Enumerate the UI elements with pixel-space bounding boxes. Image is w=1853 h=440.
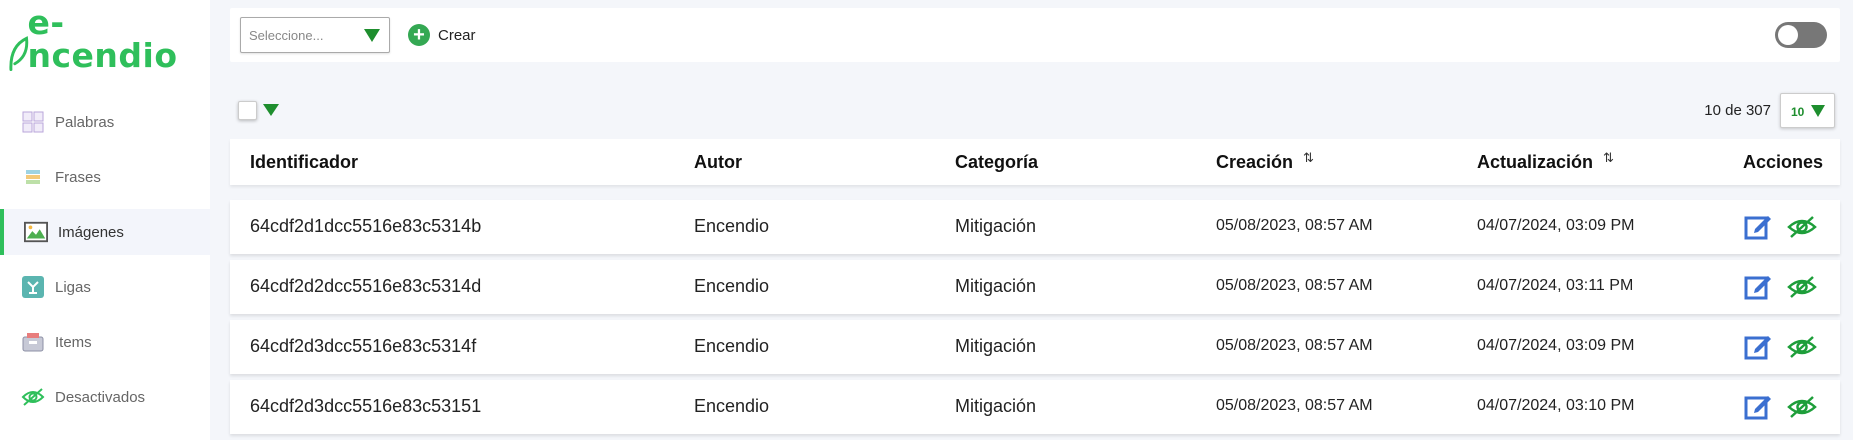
table-row: 64cdf2d3dcc5516e83c5314f Encendio Mitiga… bbox=[230, 320, 1840, 374]
cell-category: Mitigación bbox=[955, 216, 1037, 236]
cell-created: 05/08/2023, 08:57 AM bbox=[1216, 277, 1373, 294]
cell-id: 64cdf2d2dcc5516e83c5314d bbox=[250, 276, 482, 296]
cell-author: Encendio bbox=[694, 396, 770, 416]
select-all-checkbox[interactable] bbox=[238, 101, 257, 120]
header-autor: Autor bbox=[694, 152, 742, 172]
cell-author: Encendio bbox=[694, 336, 770, 356]
header-actualizacion[interactable]: Actualización ⇅ bbox=[1477, 150, 1614, 173]
header-acciones: Acciones bbox=[1742, 152, 1823, 172]
cell-id: 64cdf2d3dcc5516e83c5314f bbox=[250, 336, 477, 356]
eye-slash-icon bbox=[21, 385, 45, 409]
table-row: 64cdf2d2dcc5516e83c5314d Encendio Mitiga… bbox=[230, 260, 1840, 314]
sidebar-item-frases[interactable]: Frases bbox=[0, 154, 210, 200]
image-icon bbox=[24, 220, 48, 244]
logo-leaf-icon bbox=[9, 36, 29, 72]
view-toggle[interactable] bbox=[1775, 22, 1827, 48]
sidebar-item-label: Ligas bbox=[55, 278, 91, 296]
sort-icon[interactable]: ⇅ bbox=[1303, 150, 1314, 166]
sidebar-item-palabras[interactable]: Palabras bbox=[0, 99, 210, 145]
caret-down-icon bbox=[1811, 105, 1825, 117]
row-actions bbox=[1743, 391, 1818, 423]
header-identificador: Identificador bbox=[250, 152, 359, 172]
row-actions bbox=[1743, 211, 1818, 243]
header-categoria: Categoría bbox=[955, 152, 1039, 172]
cell-id: 64cdf2d1dcc5516e83c5314b bbox=[250, 216, 482, 236]
sidebar: e-ncendio Palabras Frases Imágenes Ligas… bbox=[0, 0, 210, 440]
cell-created: 05/08/2023, 08:57 AM bbox=[1216, 397, 1373, 414]
toggle-knob bbox=[1778, 25, 1798, 45]
cell-author: Encendio bbox=[694, 276, 770, 296]
sidebar-item-label: Desactivados bbox=[55, 388, 146, 406]
eye-slash-icon[interactable] bbox=[1786, 211, 1818, 243]
cell-id: 64cdf2d3dcc5516e83c53151 bbox=[250, 396, 482, 416]
cell-category: Mitigación bbox=[955, 336, 1037, 356]
eye-slash-icon[interactable] bbox=[1786, 391, 1818, 423]
sidebar-item-label: Imágenes bbox=[58, 223, 124, 241]
header-creacion[interactable]: Creación ⇅ bbox=[1216, 150, 1314, 173]
sidebar-item-label: Items bbox=[55, 333, 92, 351]
cell-author: Encendio bbox=[694, 216, 770, 236]
sidebar-item-desactivados[interactable]: Desactivados bbox=[0, 374, 210, 420]
create-button[interactable]: + Crear bbox=[408, 23, 476, 47]
sidebar-item-items[interactable]: Items bbox=[0, 319, 210, 365]
edit-icon[interactable] bbox=[1743, 391, 1775, 423]
phrases-icon bbox=[21, 165, 45, 189]
toolbar: Seleccione... + Crear bbox=[230, 8, 1840, 62]
caret-down-icon bbox=[364, 29, 380, 42]
row-actions bbox=[1743, 331, 1818, 363]
app-logo[interactable]: e-ncendio bbox=[8, 6, 210, 72]
page-size-select[interactable]: 10 bbox=[1780, 93, 1835, 128]
cell-updated: 04/07/2024, 03:11 PM bbox=[1477, 277, 1634, 294]
ligas-icon bbox=[21, 275, 45, 299]
items-icon bbox=[21, 330, 45, 354]
row-actions bbox=[1743, 271, 1818, 303]
header-creacion-label: Creación bbox=[1216, 152, 1294, 172]
cell-updated: 04/07/2024, 03:09 PM bbox=[1477, 217, 1635, 234]
cell-created: 05/08/2023, 08:57 AM bbox=[1216, 337, 1373, 354]
bulk-actions-dropdown-icon[interactable] bbox=[263, 104, 279, 116]
cell-updated: 04/07/2024, 03:10 PM bbox=[1477, 397, 1635, 414]
page-size-value: 10 bbox=[1791, 105, 1805, 119]
sidebar-item-imagenes[interactable]: Imágenes bbox=[0, 209, 210, 255]
edit-icon[interactable] bbox=[1743, 331, 1775, 363]
sort-icon[interactable]: ⇅ bbox=[1603, 150, 1614, 166]
cell-category: Mitigación bbox=[955, 396, 1037, 416]
header-actualizacion-label: Actualización bbox=[1477, 152, 1594, 172]
table-header: Identificador Autor Categoría Creación ⇅… bbox=[230, 139, 1840, 185]
table-row: 64cdf2d3dcc5516e83c53151 Encendio Mitiga… bbox=[230, 380, 1840, 434]
cell-created: 05/08/2023, 08:57 AM bbox=[1216, 217, 1373, 234]
create-button-label: Crear bbox=[438, 26, 476, 44]
table-row: 64cdf2d1dcc5516e83c5314b Encendio Mitiga… bbox=[230, 200, 1840, 254]
select-placeholder: Seleccione... bbox=[249, 28, 324, 43]
sidebar-item-ligas[interactable]: Ligas bbox=[0, 264, 210, 310]
logo-text: e-ncendio bbox=[27, 3, 178, 75]
cell-category: Mitigación bbox=[955, 276, 1037, 296]
edit-icon[interactable] bbox=[1743, 211, 1775, 243]
pagination-summary: 10 de 307 bbox=[1704, 102, 1771, 119]
sidebar-item-label: Frases bbox=[55, 168, 101, 186]
category-select[interactable]: Seleccione... bbox=[240, 17, 390, 53]
eye-slash-icon[interactable] bbox=[1786, 271, 1818, 303]
sidebar-item-label: Palabras bbox=[55, 113, 115, 131]
word-grid-icon bbox=[21, 110, 45, 134]
edit-icon[interactable] bbox=[1743, 271, 1775, 303]
eye-slash-icon[interactable] bbox=[1786, 331, 1818, 363]
cell-updated: 04/07/2024, 03:09 PM bbox=[1477, 337, 1635, 354]
plus-icon: + bbox=[408, 24, 430, 46]
